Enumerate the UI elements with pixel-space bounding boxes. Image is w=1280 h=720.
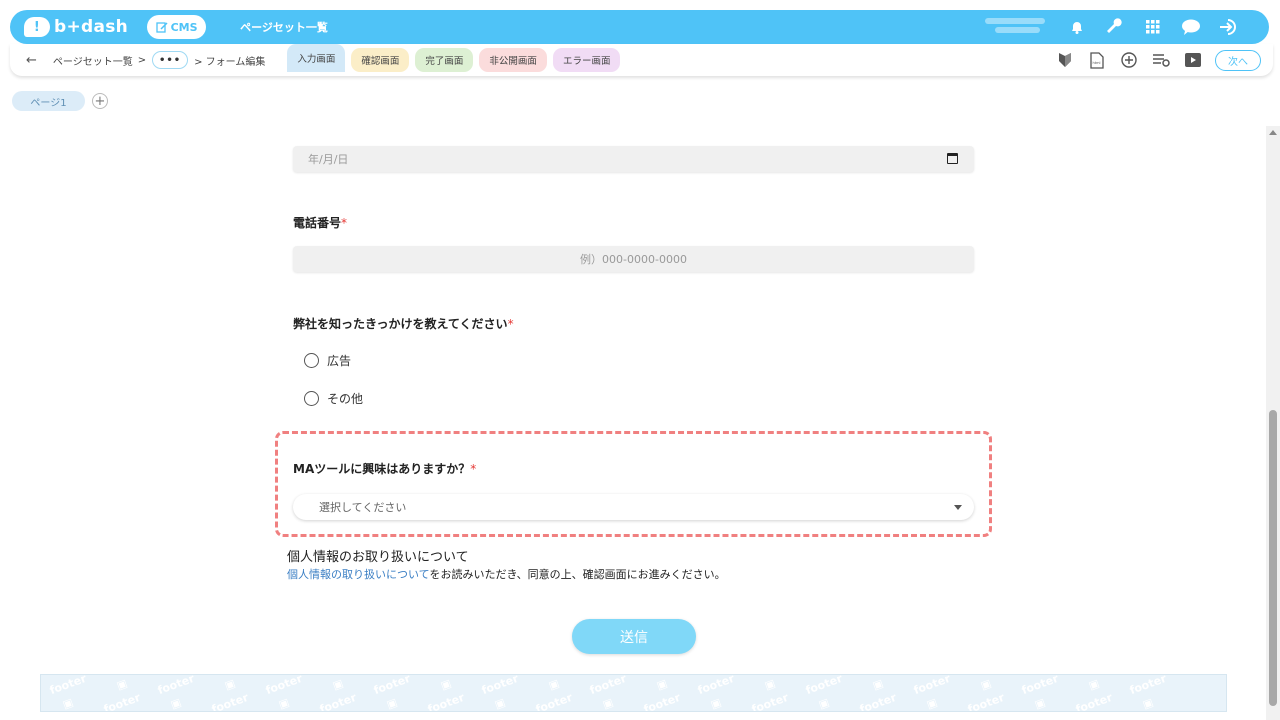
- grid-icon[interactable]: [1143, 17, 1163, 37]
- html-file-icon[interactable]: html: [1087, 51, 1106, 70]
- next-button[interactable]: 次へ: [1215, 49, 1261, 71]
- radio-circle[interactable]: [304, 391, 319, 406]
- svg-text:html: html: [1092, 61, 1100, 65]
- logout-icon[interactable]: [1219, 17, 1239, 37]
- required-mark: *: [470, 462, 477, 476]
- date-placeholder: 年/月/日: [308, 153, 349, 166]
- top-navbar: ! b+dash CMS ページセット一覧: [10, 10, 1269, 44]
- cms-button[interactable]: CMS: [147, 15, 207, 39]
- radio-label-other: その他: [327, 392, 364, 406]
- phone-label: 電話番号*: [293, 214, 347, 231]
- breadcrumb-current: > フォーム編集: [194, 56, 266, 68]
- ma-question-text: MAツールに興味はありますか？: [293, 462, 471, 476]
- user-info-blurred[interactable]: [985, 15, 1055, 39]
- required-mark: *: [507, 317, 514, 331]
- ma-select-placeholder: 選択してください: [319, 501, 407, 514]
- date-input[interactable]: 年/月/日: [293, 146, 974, 172]
- add-circle-icon[interactable]: [1119, 51, 1138, 70]
- privacy-notice-text: をお読みいただき、同意の上、確認画面にお進みください。: [429, 568, 726, 581]
- tab-error-screen[interactable]: エラー画面: [552, 48, 621, 72]
- scroll-up-arrow-icon[interactable]: [1269, 130, 1277, 135]
- chat-icon[interactable]: [1181, 17, 1201, 37]
- radio-option-ad[interactable]: 広告: [304, 352, 351, 369]
- add-page-button[interactable]: +: [92, 93, 108, 109]
- logo-bubble-icon: !: [24, 17, 50, 37]
- phone-input[interactable]: 例）000-0000-0000: [293, 246, 974, 272]
- privacy-heading: 個人情報のお取り扱いについて: [287, 550, 469, 565]
- calendar-icon[interactable]: [947, 153, 958, 164]
- wrench-icon[interactable]: [1105, 17, 1125, 37]
- ma-question-label: MAツールに興味はありますか？*: [293, 460, 476, 477]
- tab-input-screen[interactable]: 入力画面: [287, 44, 346, 72]
- breadcrumb-separator: >: [137, 54, 147, 66]
- source-question-text: 弊社を知ったきっかけを教えてください: [293, 317, 508, 331]
- play-icon[interactable]: [1183, 51, 1202, 70]
- tab-private-screen[interactable]: 非公開画面: [479, 48, 547, 72]
- bdash-logo[interactable]: ! b+dash: [24, 17, 128, 37]
- privacy-policy-link[interactable]: 個人情報の取り扱いについて: [287, 568, 429, 581]
- scroll-thumb[interactable]: [1269, 410, 1277, 706]
- radio-label-ad: 広告: [327, 354, 352, 368]
- edit-icon: [155, 22, 168, 33]
- shield-icon[interactable]: [1055, 51, 1074, 70]
- logo-text: b+dash: [54, 17, 129, 37]
- page-tab-1[interactable]: ページ1: [12, 91, 85, 111]
- back-arrow-icon[interactable]: ←: [26, 53, 37, 68]
- breadcrumb-more-button[interactable]: •••: [152, 51, 189, 69]
- tab-confirm-screen[interactable]: 確認画面: [351, 48, 410, 72]
- radio-circle[interactable]: [304, 353, 319, 368]
- privacy-notice: 個人情報の取り扱いについてをお読みいただき、同意の上、確認画面にお進みください。: [287, 566, 726, 582]
- footer-placeholder[interactable]: footer ▣ footer ▣ footer ▣ footer ▣ footer ▣ foote…: [40, 674, 1227, 712]
- highlight-dashed-frame: [275, 431, 992, 537]
- required-mark: *: [341, 216, 348, 230]
- radio-option-other[interactable]: その他: [304, 390, 363, 407]
- phone-placeholder: 例）000-0000-0000: [580, 253, 687, 266]
- screen-tabs: 入力画面 確認画面 完了画面 非公開画面 エラー画面: [287, 44, 621, 72]
- bell-icon[interactable]: [1067, 17, 1087, 37]
- sub-toolbar: ← ページセット一覧 > ••• > フォーム編集 入力画面 確認画面 完了画面…: [10, 44, 1273, 76]
- submit-button[interactable]: 送信: [572, 619, 696, 654]
- page-title: ページセット一覧: [240, 21, 328, 34]
- breadcrumb-root[interactable]: ページセット一覧: [53, 53, 133, 68]
- phone-label-text: 電話番号: [293, 216, 342, 230]
- chevron-down-icon: [954, 505, 962, 510]
- source-question-label: 弊社を知ったきっかけを教えてください*: [293, 315, 514, 332]
- vertical-scrollbar[interactable]: [1266, 126, 1280, 720]
- cms-label: CMS: [170, 20, 198, 34]
- ma-select-dropdown[interactable]: 選択してください: [293, 494, 974, 520]
- footer-watermark-pattern: footer ▣ footer ▣ footer ▣ footer ▣ footer ▣ foote…: [41, 675, 1226, 711]
- tab-complete-screen[interactable]: 完了画面: [415, 48, 474, 72]
- list-settings-icon[interactable]: [1151, 51, 1170, 70]
